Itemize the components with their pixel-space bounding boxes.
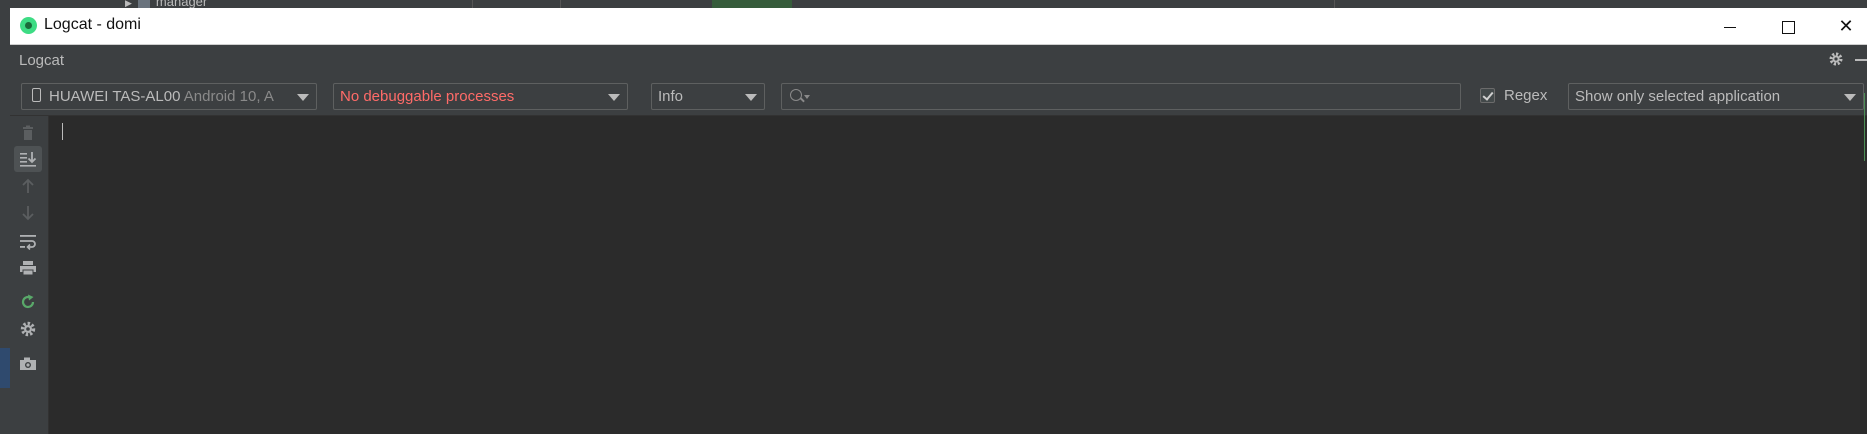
camera-icon bbox=[20, 357, 36, 370]
expand-arrow-icon: ▶ bbox=[125, 0, 132, 8]
print-icon bbox=[20, 261, 36, 276]
process-selector[interactable]: No debuggable processes bbox=[333, 83, 628, 110]
gear-icon bbox=[20, 321, 36, 337]
scroll-to-end-icon bbox=[20, 152, 37, 167]
scroll-to-end-button[interactable] bbox=[14, 146, 42, 172]
close-icon: ✕ bbox=[1838, 16, 1854, 36]
text-cursor bbox=[62, 123, 63, 140]
soft-wrap-button[interactable] bbox=[14, 228, 42, 254]
background-tree-item: ▶ manager bbox=[125, 0, 207, 8]
device-name: HUAWEI TAS-AL00 bbox=[49, 88, 181, 105]
background-ide-left bbox=[0, 8, 10, 434]
phone-icon bbox=[32, 88, 41, 102]
device-selector[interactable]: HUAWEI TAS-AL00 Android 10, A bbox=[21, 83, 317, 110]
logcat-toolbar: HUAWEI TAS-AL00 Android 10, A No debugga… bbox=[10, 75, 1867, 116]
folder-icon bbox=[137, 0, 150, 8]
android-studio-icon bbox=[20, 17, 37, 34]
search-input[interactable] bbox=[781, 83, 1461, 110]
clear-logcat-button[interactable] bbox=[14, 120, 42, 146]
logcat-side-toolbar bbox=[10, 116, 49, 434]
log-level-label: Info bbox=[658, 88, 684, 105]
chevron-down-icon bbox=[745, 94, 757, 101]
window-title: Logcat - domi bbox=[44, 16, 141, 33]
panel-header: Logcat bbox=[10, 45, 1867, 75]
trash-icon bbox=[23, 125, 33, 140]
checkbox-checked-icon bbox=[1480, 88, 1495, 103]
process-label: No debuggable processes bbox=[340, 88, 515, 105]
device-version: Android 10, A bbox=[183, 88, 274, 105]
print-button[interactable] bbox=[14, 255, 42, 281]
filter-label: Show only selected application bbox=[1575, 88, 1781, 105]
chevron-down-icon bbox=[1844, 94, 1856, 101]
search-icon bbox=[790, 89, 802, 101]
minimize-button[interactable] bbox=[1701, 8, 1759, 44]
close-button[interactable]: ✕ bbox=[1817, 8, 1867, 44]
minimize-icon bbox=[1724, 26, 1736, 28]
search-history-dropdown-icon[interactable] bbox=[804, 95, 810, 99]
restart-button[interactable] bbox=[14, 289, 42, 315]
chevron-down-icon bbox=[608, 94, 620, 101]
gear-icon[interactable] bbox=[1828, 51, 1844, 67]
logcat-output[interactable] bbox=[49, 116, 1867, 434]
log-level-selector[interactable]: Info bbox=[651, 83, 765, 110]
soft-wrap-icon bbox=[20, 235, 36, 250]
background-highlight bbox=[712, 0, 792, 8]
regex-label: Regex bbox=[1504, 87, 1548, 104]
up-button[interactable] bbox=[14, 173, 42, 199]
background-ide: ▶ manager bbox=[0, 0, 1867, 8]
screen-capture-button[interactable] bbox=[14, 350, 42, 376]
chevron-down-icon bbox=[297, 94, 309, 101]
arrow-down-icon bbox=[22, 206, 34, 221]
settings-button[interactable] bbox=[14, 316, 42, 342]
panel-title: Logcat bbox=[19, 52, 65, 69]
arrow-up-icon bbox=[22, 178, 34, 193]
hide-panel-icon[interactable] bbox=[1855, 59, 1867, 61]
restart-icon bbox=[21, 294, 35, 309]
window-titlebar[interactable]: Logcat - domi ✕ bbox=[10, 8, 1867, 45]
down-button[interactable] bbox=[14, 200, 42, 226]
maximize-button[interactable] bbox=[1759, 8, 1817, 44]
filter-selector[interactable]: Show only selected application bbox=[1568, 83, 1864, 110]
maximize-icon bbox=[1781, 20, 1795, 34]
logcat-window: Logcat - domi ✕ Logcat HUAWEI TAS-AL00 A… bbox=[10, 8, 1867, 434]
